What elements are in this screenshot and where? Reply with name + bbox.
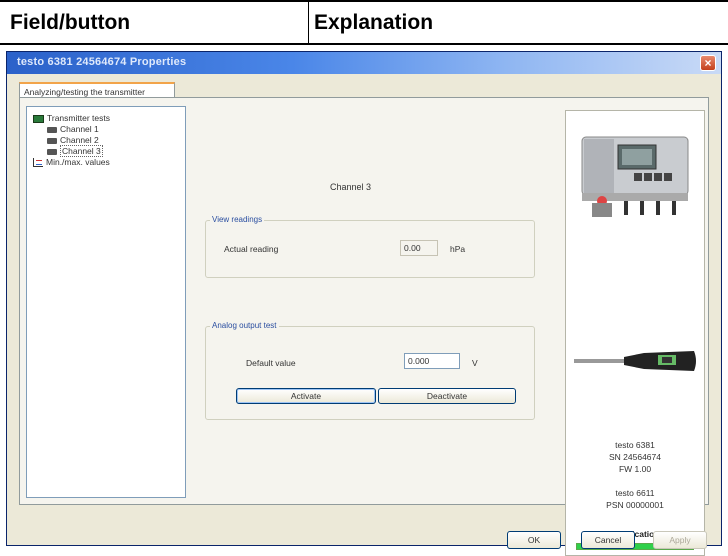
- probe-serial: PSN 00000001: [606, 500, 664, 510]
- window-title: testo 6381 24564674 Properties: [17, 56, 187, 68]
- analog-output-test-title: Analog output test: [210, 321, 279, 330]
- channel-icon: [47, 137, 57, 144]
- analog-output-test-group: Analog output test Default value 0.000 V…: [205, 321, 535, 420]
- view-readings-title: View readings: [210, 215, 265, 224]
- tab-analyzing-testing[interactable]: Analyzing/testing the transmitter: [19, 82, 175, 98]
- tab-panel: Transmitter tests Channel 1 Channel 2 Ch…: [19, 97, 709, 556]
- tree-item-channel-1[interactable]: Channel 1: [47, 124, 99, 135]
- column-header-field-button: Field/button: [10, 11, 131, 34]
- cancel-button[interactable]: Cancel: [581, 531, 635, 549]
- actual-reading-value: 0.00: [400, 240, 438, 256]
- default-value-unit: V: [472, 358, 478, 368]
- tree-item-min-max-values[interactable]: Min./max. values: [33, 157, 110, 168]
- minmax-icon: [33, 158, 43, 168]
- channel-icon: [47, 148, 57, 155]
- channel-icon: [47, 126, 57, 133]
- title-bar[interactable]: testo 6381 24564674 Properties ×: [7, 52, 721, 74]
- tree-item-channel-3[interactable]: Channel 3: [47, 145, 103, 157]
- default-value-label: Default value: [246, 358, 296, 368]
- column-divider: [308, 2, 309, 43]
- device-model: testo 6381: [615, 440, 655, 450]
- table-header: Field/button Explanation: [0, 0, 728, 45]
- default-value-input[interactable]: 0.000: [404, 353, 460, 369]
- activate-button[interactable]: Activate: [236, 388, 376, 404]
- probe-image: [574, 351, 696, 371]
- view-readings-group: View readings Actual reading 0.00 hPa: [205, 215, 535, 278]
- ok-button[interactable]: OK: [507, 531, 561, 549]
- transmitter-icon: [33, 114, 44, 123]
- close-button[interactable]: ×: [700, 55, 716, 71]
- apply-button[interactable]: Apply: [653, 531, 707, 549]
- properties-dialog: testo 6381 24564674 Properties × Analyzi…: [6, 51, 722, 556]
- tree-item-transmitter-tests[interactable]: Transmitter tests: [33, 113, 110, 124]
- channel-title: Channel 3: [330, 182, 372, 192]
- transmitter-image: [581, 136, 689, 217]
- device-firmware: FW 1.00: [618, 464, 652, 474]
- device-serial: SN 24564674: [609, 452, 661, 462]
- deactivate-button[interactable]: Deactivate: [378, 388, 516, 404]
- navigation-tree: Transmitter tests Channel 1 Channel 2 Ch…: [26, 106, 186, 498]
- device-info-panel: testo 6381 SN 24564674 FW 1.00 testo 661…: [565, 110, 705, 556]
- column-header-explanation: Explanation: [314, 11, 434, 34]
- actual-reading-label: Actual reading: [224, 244, 279, 254]
- probe-model: testo 6611: [615, 488, 655, 498]
- actual-reading-unit: hPa: [450, 244, 466, 254]
